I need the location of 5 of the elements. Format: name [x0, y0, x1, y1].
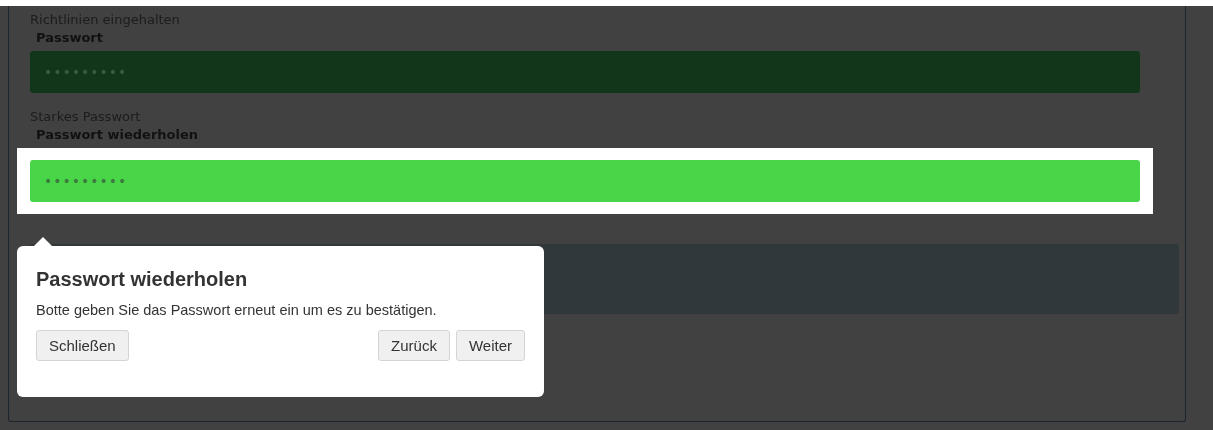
popover-title: Passwort wiederholen: [36, 268, 249, 291]
back-button[interactable]: Zurück: [378, 330, 450, 361]
next-button[interactable]: Weiter: [455, 330, 525, 361]
popover-text: Botte geben Sie das Passwort erneut ein um es zu bestätigen.: [36, 302, 438, 318]
close-button[interactable]: Schließen: [36, 330, 129, 361]
